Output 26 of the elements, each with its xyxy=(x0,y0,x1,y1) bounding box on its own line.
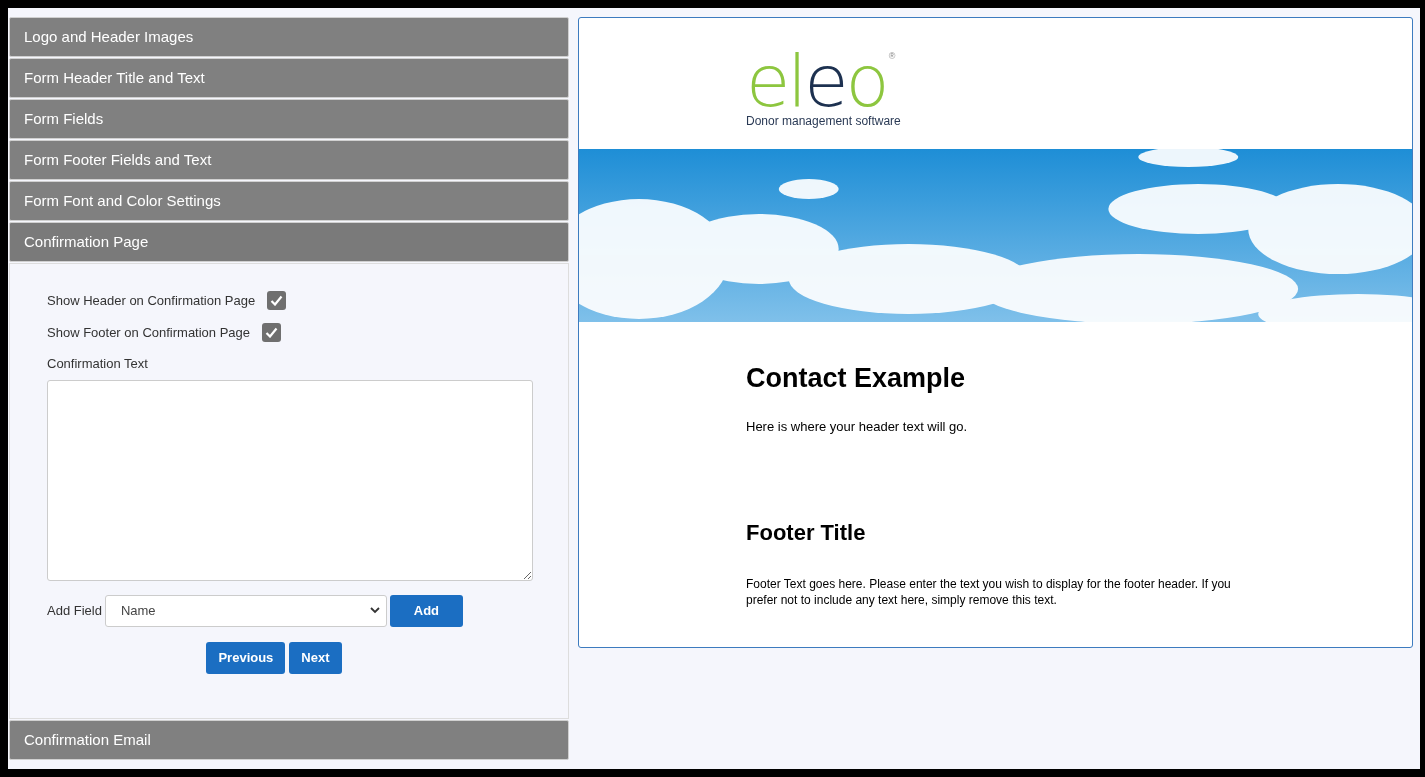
checkmark-icon xyxy=(265,326,279,338)
accordion-header[interactable]: Logo and Header Images xyxy=(9,17,569,57)
header-text: Here is where your header text will go. xyxy=(746,417,968,436)
field-select[interactable]: Name xyxy=(104,594,387,627)
checkbox-label: Show Footer on Confirmation Page xyxy=(47,323,251,342)
nav-button[interactable]: Previous xyxy=(206,641,286,674)
footer-title: Footer Title xyxy=(746,519,866,547)
add-button[interactable]: Add xyxy=(389,594,463,627)
accordion-header[interactable]: Form Header Title and Text xyxy=(9,58,569,98)
chevron-down-icon xyxy=(369,607,380,614)
confirmation-text-field[interactable] xyxy=(47,379,533,581)
accordion-header[interactable]: Confirmation Email xyxy=(9,720,569,760)
footer-text: Footer Text goes here. Please enter the text you wish to display for the footer header. If you prefer not to include any text here, simply remove this text. xyxy=(746,576,1232,608)
checkbox[interactable] xyxy=(262,322,282,342)
checkbox[interactable] xyxy=(267,291,287,311)
field-label: Add Field xyxy=(47,601,102,620)
accordion-header[interactable]: Form Fields xyxy=(9,99,569,139)
nav-button[interactable]: Next xyxy=(289,641,342,674)
field-label: Confirmation Text xyxy=(47,355,149,373)
checkbox-label: Show Header on Confirmation Page xyxy=(47,292,256,310)
form-title: Contact Example xyxy=(746,362,966,395)
logo: eleo® Donor management software xyxy=(746,52,902,130)
accordion-header[interactable]: Form Font and Color Settings xyxy=(9,181,569,221)
accordion-header[interactable]: Form Footer Fields and Text xyxy=(9,140,569,180)
checkmark-icon xyxy=(270,295,284,307)
accordion-header[interactable]: Confirmation Page xyxy=(9,222,569,262)
